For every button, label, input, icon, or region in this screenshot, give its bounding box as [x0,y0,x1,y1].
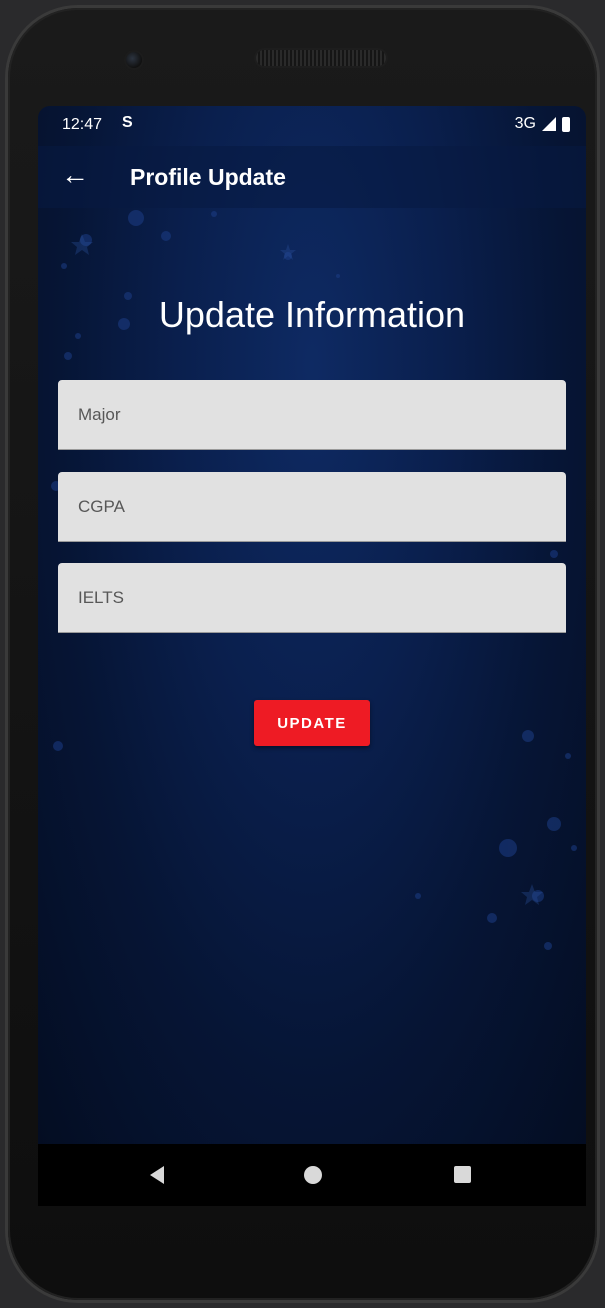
form-heading: Update Information [158,294,466,335]
major-input[interactable] [58,380,566,449]
battery-icon [562,116,570,132]
nav-back-icon[interactable] [150,1166,164,1184]
update-button[interactable]: UPDATE [254,700,370,746]
major-field[interactable] [58,380,566,450]
status-time: 12:47 [62,116,103,133]
earpiece-speaker [256,50,386,66]
app-bar: ← Profile Update [38,146,586,208]
page-title: Profile Update [130,164,286,190]
back-arrow-icon[interactable]: ← [60,160,90,190]
cgpa-field[interactable] [58,472,566,542]
nav-home-icon[interactable] [304,1166,322,1184]
ielts-input[interactable] [58,563,566,632]
signal-icon [542,117,556,131]
cgpa-input[interactable] [58,472,566,541]
ielts-field[interactable] [58,563,566,633]
front-camera [126,52,142,68]
app-screen: 12:47 S 3G ← Profile Update Update Infor… [38,106,586,1144]
status-bar: 12:47 S 3G [38,106,586,146]
network-type: 3G [514,115,536,132]
nav-recents-icon[interactable] [454,1166,471,1183]
system-nav-bar [38,1144,586,1206]
status-indicators: 3G [515,115,570,133]
notification-icon: S [122,114,133,131]
